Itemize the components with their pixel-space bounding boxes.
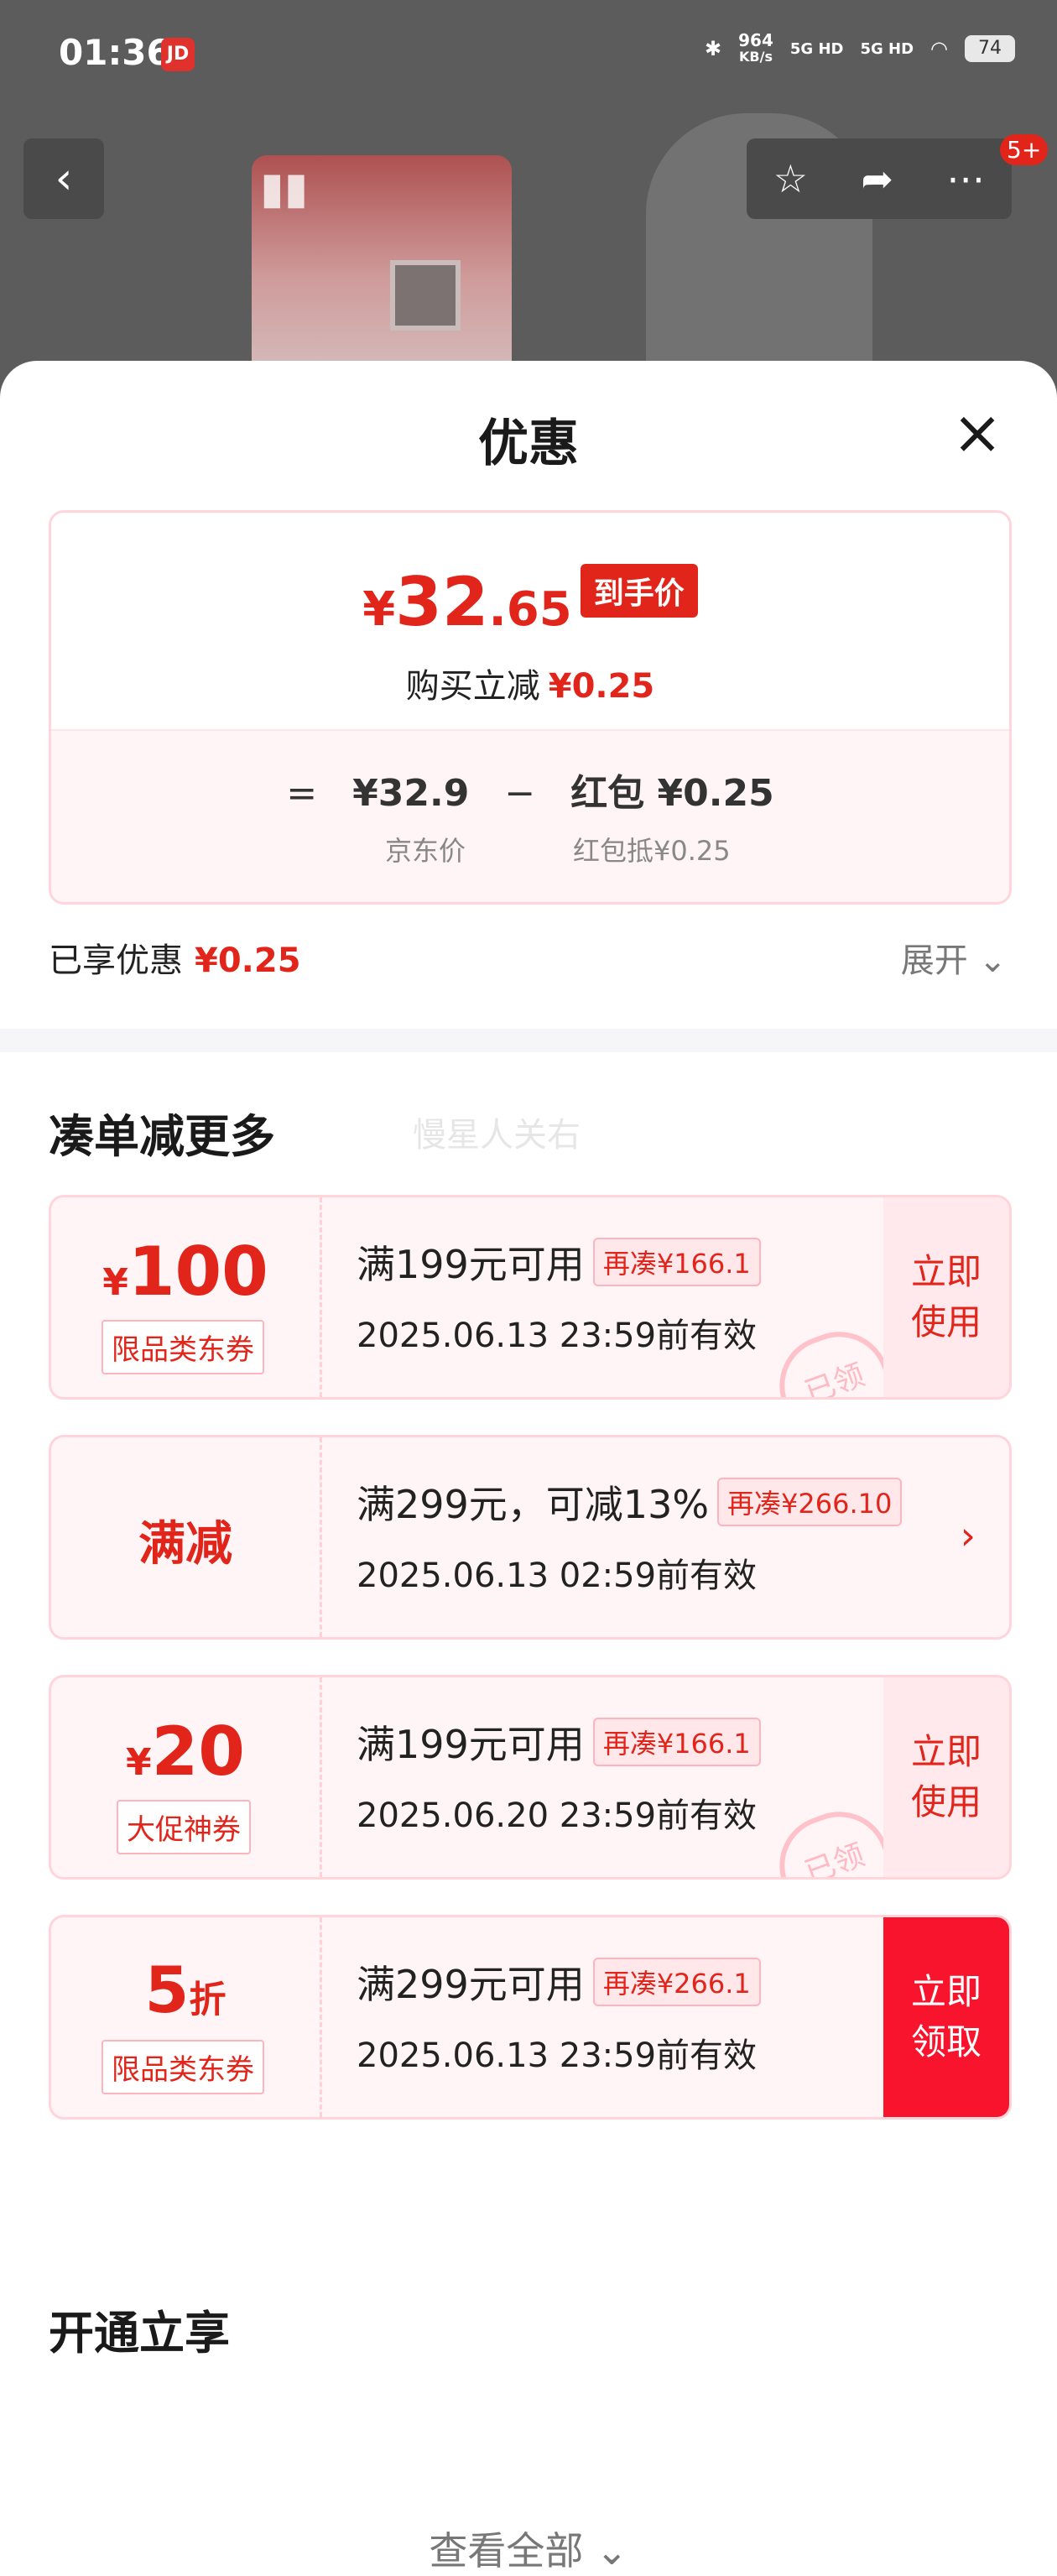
coupon-suffix: 折	[189, 1979, 226, 2021]
action-label: 立即 领取	[910, 1971, 982, 2062]
coupon-value: 5	[144, 1953, 190, 2027]
use-now-button[interactable]: 立即 使用	[883, 1677, 1009, 1877]
condition-text: 满199元可用	[357, 1242, 585, 1287]
chevron-left-icon: ‹	[55, 154, 73, 204]
coupon-card[interactable]: 满减 满299元，可减13% 再凑¥266.10 2025.06.13 02:59…	[49, 1435, 1012, 1640]
coupon-left: 5折 限品类东券	[51, 1917, 322, 2117]
coupon-card[interactable]: ¥20 大促神券 满199元可用 再凑¥166.1 2025.06.20 23:5…	[49, 1675, 1012, 1880]
signal-2-icon: 5G HD	[860, 39, 914, 58]
condition-text: 满299元可用	[357, 1962, 585, 2007]
discount-sheet: 优惠 × ¥32.65 到手价 购买立减 ¥0.25 = ¥32.9 − 红包 ¥0…	[0, 361, 1057, 2573]
coupon-card[interactable]: ¥100 限品类东券 满199元可用 再凑¥166.1 2025.06.13 23…	[49, 1195, 1012, 1400]
coupon-validity: 2025.06.20 23:59前有效	[357, 1796, 758, 1835]
bluetooth-icon: ✱	[705, 37, 722, 60]
share-icon[interactable]: ➦	[861, 156, 893, 201]
jd-price: ¥32.9	[352, 772, 470, 815]
coupon-condition: 满299元，可减13% 再凑¥266.10	[357, 1474, 903, 1530]
message-count-badge: 5+	[1000, 134, 1049, 165]
action-label: 立即 使用	[910, 1731, 982, 1822]
action-label: 立即 使用	[910, 1251, 982, 1343]
signal-1-icon: 5G HD	[789, 39, 844, 58]
more-dots-icon[interactable]: ⋯	[946, 156, 985, 201]
reduction-label: 购买立减	[405, 667, 540, 706]
enjoyed-discount: 已享优惠 ¥0.25	[49, 933, 301, 982]
more-section-title: 凑单减更多	[49, 1110, 275, 1163]
coupon-amount: ¥20	[51, 1713, 320, 1791]
formula-row: = ¥32.9 − 红包 ¥0.25	[51, 763, 1009, 816]
final-price-area: ¥32.65 到手价 购买立减 ¥0.25	[51, 513, 1009, 729]
instant-reduction: 购买立减 ¥0.25	[51, 659, 1009, 707]
coupon-validity: 2025.06.13 02:59前有效	[357, 1557, 758, 1595]
status-right: ✱ 964 KB/s 5G HD 5G HD ◠ 74	[705, 32, 1015, 65]
coupon-left: 满减	[51, 1437, 322, 1637]
coupon-category: 限品类东券	[102, 2040, 264, 2094]
reduction-amount: ¥0.25	[548, 667, 655, 706]
coupon-left: ¥20 大促神券	[51, 1677, 322, 1877]
coupon-currency: ¥	[126, 1741, 152, 1784]
status-time: 01:36	[59, 32, 171, 73]
condition-text: 满299元，可减13%	[357, 1482, 710, 1527]
back-button[interactable]: ‹	[23, 138, 104, 219]
coupon-value: 20	[151, 1713, 245, 1791]
coupon-currency: ¥	[102, 1261, 128, 1304]
price-formula: = ¥32.9 − 红包 ¥0.25 京东价 红包抵¥0.25	[51, 729, 1009, 902]
coupon-value: 满减	[138, 1517, 232, 1572]
coupon-validity: 2025.06.13 23:59前有效	[357, 2036, 758, 2075]
expand-button[interactable]: 展开 ⌄	[901, 933, 1007, 982]
coupon-card[interactable]: 5折 限品类东券 满299元可用 再凑¥266.1 2025.06.13 23:5…	[49, 1915, 1012, 2120]
jd-app-icon: JD	[161, 38, 195, 71]
minus-sign: −	[504, 772, 536, 815]
chevron-right-icon[interactable]: ›	[961, 1513, 976, 1558]
top-actions: ☆ ➦ ⋯	[747, 138, 1012, 219]
need-more-tag: 再凑¥166.1	[592, 1238, 761, 1286]
jd-price-label: 京东价	[385, 835, 466, 867]
coupon-condition: 满199元可用 再凑¥166.1	[357, 1714, 761, 1770]
speed-unit: KB/s	[739, 49, 773, 65]
claim-now-button[interactable]: 立即 领取	[883, 1917, 1009, 2117]
chevron-down-icon: ⌄	[978, 941, 1007, 980]
member-section-title: 开通立享	[49, 2307, 230, 2360]
price-decimal: .65	[488, 582, 572, 637]
need-more-tag: 再凑¥166.1	[592, 1718, 761, 1766]
coupon-validity: 2025.06.13 23:59前有效	[357, 1317, 758, 1355]
view-all-label: 查看全部	[429, 2528, 584, 2573]
coupon-left: ¥100 限品类东券	[51, 1197, 322, 1397]
final-price-tag: 到手价	[580, 564, 698, 618]
coupon-amount: 5折	[51, 1953, 320, 2027]
equals-sign: =	[286, 772, 318, 815]
enjoyed-amount: ¥0.25	[195, 941, 301, 980]
redpacket-value: 红包 ¥0.25	[570, 772, 774, 815]
speed-value: 964	[738, 30, 773, 50]
wifi-icon: ◠	[930, 37, 948, 60]
sheet-title: 优惠	[478, 415, 579, 473]
coupon-condition: 满299元可用 再凑¥266.1	[357, 1954, 761, 2010]
coupon-value: 100	[128, 1233, 268, 1311]
chevron-down-icon: ⌄	[596, 2528, 628, 2573]
condition-text: 满199元可用	[357, 1722, 585, 1767]
view-all-button[interactable]: 查看全部 ⌄	[0, 2521, 1057, 2576]
coupon-amount: ¥100	[51, 1233, 320, 1311]
coupon-category: 限品类东券	[102, 1320, 264, 1374]
final-price: ¥32.65 到手价	[51, 563, 1009, 641]
section-divider	[0, 1029, 1057, 1052]
network-speed: 964 KB/s	[738, 32, 773, 65]
watermark-text: 慢星人关右	[413, 1116, 581, 1155]
coupon-condition: 满199元可用 再凑¥166.1	[357, 1234, 761, 1290]
coupon-category: 大促神券	[117, 1800, 251, 1854]
need-more-tag: 再凑¥266.1	[592, 1958, 761, 2006]
price-card: ¥32.65 到手价 购买立减 ¥0.25 = ¥32.9 − 红包 ¥0.25 京…	[49, 510, 1012, 905]
qr-code-graphic	[390, 260, 461, 331]
enjoyed-label: 已享优惠	[49, 941, 183, 980]
product-pack-graphic: ▮▮	[260, 164, 309, 214]
price-symbol: ¥	[362, 582, 396, 637]
need-more-tag: 再凑¥266.10	[717, 1478, 903, 1526]
use-now-button[interactable]: 立即 使用	[883, 1197, 1009, 1397]
status-bar: 01:36 JD ✱ 964 KB/s 5G HD 5G HD ◠ 74	[0, 0, 1057, 101]
close-icon[interactable]: ×	[948, 402, 1007, 462]
redpacket-label: 红包抵¥0.25	[573, 835, 731, 867]
battery-icon: 74	[965, 35, 1015, 62]
favorite-star-icon[interactable]: ☆	[773, 156, 808, 201]
price-integer: 32	[395, 563, 489, 641]
expand-label: 展开	[900, 941, 968, 980]
